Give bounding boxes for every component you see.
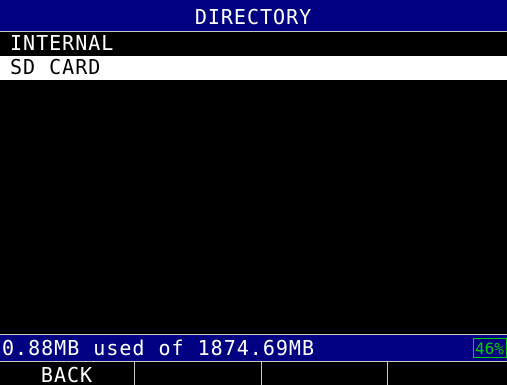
softkey-4-button[interactable]	[388, 362, 507, 385]
directory-item-label: SD CARD	[10, 55, 102, 79]
softkey-back-button[interactable]: BACK	[0, 362, 135, 385]
directory-item-internal[interactable]: INTERNAL	[0, 32, 507, 56]
title-bar: DIRECTORY	[0, 0, 507, 32]
softkey-3-button[interactable]	[262, 362, 388, 385]
status-bar: 0.88MB used of 1874.69MB 46%	[0, 334, 507, 362]
directory-list: INTERNAL SD CARD	[0, 32, 507, 334]
storage-usage-text: 0.88MB used of 1874.69MB	[2, 336, 315, 360]
storage-percent-badge: 46%	[473, 338, 507, 358]
directory-item-sd-card[interactable]: SD CARD	[0, 56, 507, 80]
softkey-bar: BACK	[0, 362, 507, 385]
screen-title: DIRECTORY	[194, 5, 313, 29]
device-screen: DIRECTORY INTERNAL SD CARD 0.88MB used o…	[0, 0, 507, 385]
directory-item-label: INTERNAL	[10, 31, 115, 55]
softkey-2-button[interactable]	[135, 362, 262, 385]
